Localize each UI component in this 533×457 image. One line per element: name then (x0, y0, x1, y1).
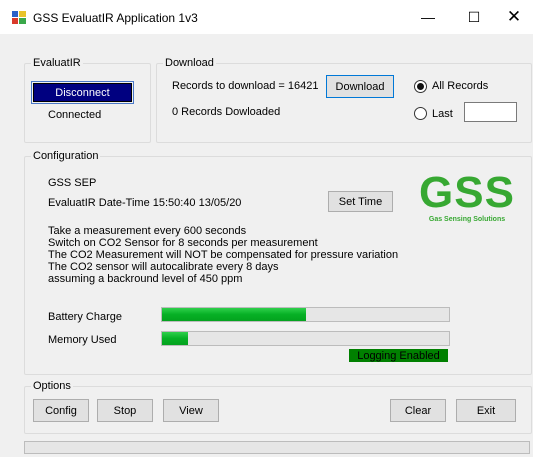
battery-progress-fill (162, 308, 306, 321)
maximize-icon: ☐ (467, 8, 481, 25)
configuration-group-title: Configuration (31, 150, 101, 162)
info-line: Switch on CO2 Sensor for 8 seconds per m… (48, 237, 318, 249)
last-count-input[interactable] (464, 102, 517, 122)
info-line: The CO2 Measurement will NOT be compensa… (48, 249, 399, 261)
memory-progress-fill (162, 332, 188, 345)
records-to-download: Records to download = 16421 (172, 80, 319, 92)
battery-label: Battery Charge (48, 311, 122, 323)
connection-status: Connected (48, 109, 102, 121)
view-button[interactable]: View (163, 399, 219, 422)
options-group-title: Options (31, 380, 73, 392)
disconnect-button[interactable]: Disconnect (31, 81, 134, 104)
app-icon (12, 11, 26, 24)
last-radio[interactable] (414, 107, 427, 120)
exit-button[interactable]: Exit (456, 399, 516, 422)
records-downloaded: 0 Records Dowloaded (172, 106, 281, 118)
device-datetime: EvaluatIR Date-Time 15:50:40 13/05/20 (48, 197, 242, 209)
gss-logo: GSS Gas Sensing Solutions (412, 168, 522, 224)
minimize-button[interactable]: — (405, 0, 451, 34)
download-group-title: Download (163, 57, 216, 69)
title-bar: GSS EvaluatIR Application 1v3 — ☐ ✕ (0, 0, 533, 34)
stop-button[interactable]: Stop (97, 399, 153, 422)
window-title: GSS EvaluatIR Application 1v3 (33, 11, 198, 25)
last-label: Last (432, 108, 453, 120)
logo-text: GSS (419, 168, 515, 217)
config-button[interactable]: Config (33, 399, 89, 422)
logo-subtitle: Gas Sensing Solutions (428, 216, 506, 223)
evaluatir-group-title: EvaluatIR (31, 57, 83, 69)
maximize-button[interactable]: ☐ (451, 0, 497, 34)
clear-button[interactable]: Clear (390, 399, 446, 422)
info-line: assuming a backround level of 450 ppm (48, 273, 243, 285)
memory-progress (161, 331, 450, 346)
minimize-icon: — (421, 9, 435, 25)
set-time-button[interactable]: Set Time (328, 191, 393, 212)
battery-progress (161, 307, 450, 322)
all-records-radio[interactable] (414, 80, 427, 93)
info-line: Take a measurement every 600 seconds (48, 225, 247, 237)
logging-status-badge: Logging Enabled (349, 349, 448, 362)
evaluatir-group: EvaluatIR (24, 57, 151, 143)
download-button[interactable]: Download (326, 75, 394, 98)
close-button[interactable]: ✕ (495, 0, 533, 34)
close-icon: ✕ (506, 7, 522, 26)
device-name: GSS SEP (48, 177, 97, 189)
memory-label: Memory Used (48, 334, 117, 346)
all-records-label: All Records (432, 80, 489, 92)
status-bar (24, 441, 530, 454)
info-line: The CO2 sensor will autocalibrate every … (48, 261, 279, 273)
